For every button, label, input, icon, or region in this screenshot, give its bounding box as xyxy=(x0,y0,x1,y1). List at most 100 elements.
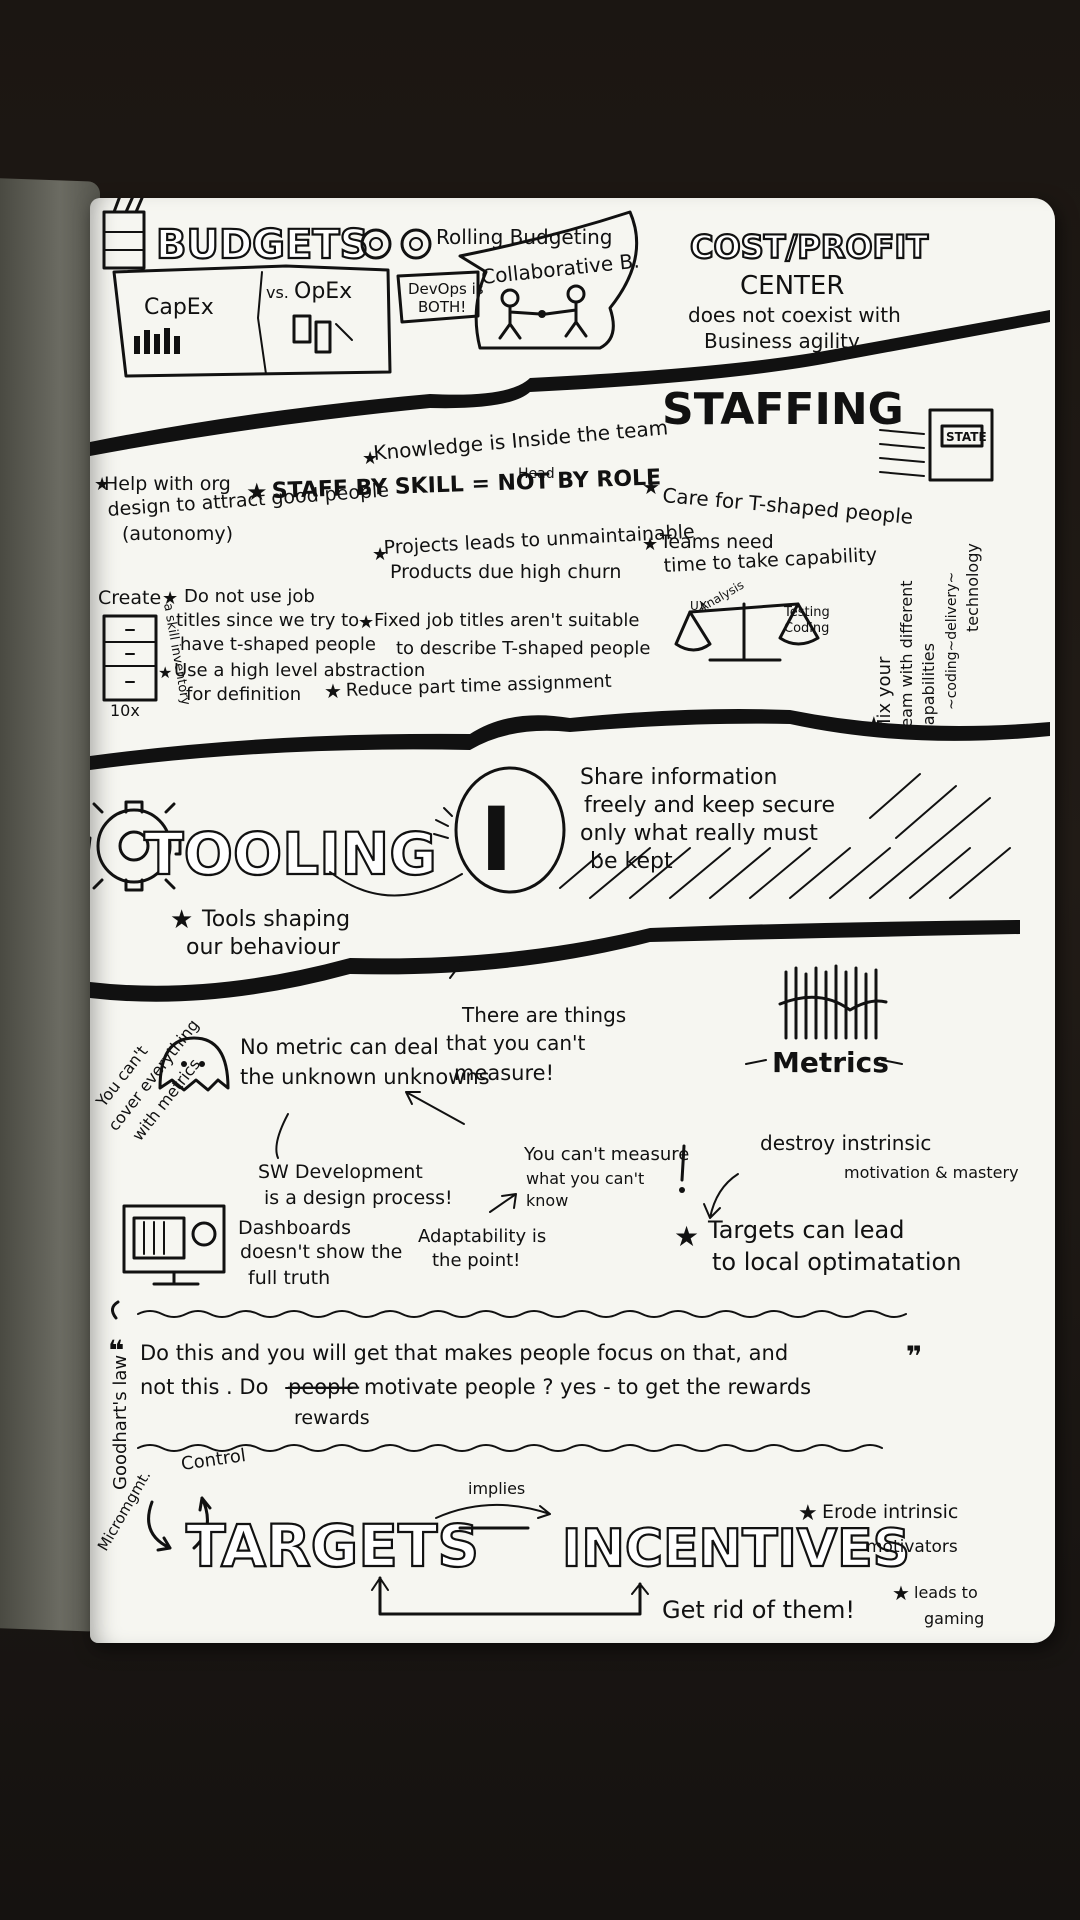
tools-shaping-line-2: our behaviour xyxy=(186,935,341,960)
svg-text:★: ★ xyxy=(246,478,268,506)
svg-text:★: ★ xyxy=(674,1220,699,1253)
capex-opex-divider xyxy=(256,271,267,375)
cant-arrow xyxy=(405,1091,465,1125)
svg-text:★: ★ xyxy=(94,474,110,495)
sw-arrow xyxy=(275,1113,289,1159)
svg-text:★: ★ xyxy=(158,663,172,682)
dashboard-monitor-icon xyxy=(122,1204,226,1286)
job-line-2: titles since we try to xyxy=(176,610,359,631)
job-line-1: Do not use job xyxy=(184,586,315,607)
mix-line-4: ~coding~delivery~ xyxy=(944,572,960,710)
fixed-line-1: Fixed job titles aren't suitable xyxy=(374,610,639,631)
metrics-section: You can't cover everything with metrics … xyxy=(92,961,1019,1289)
capex-label: CapEx xyxy=(144,295,214,320)
erode-line-2: motivators xyxy=(866,1537,958,1557)
goodhart-wavy-bottom xyxy=(137,1444,883,1452)
cant-line-1: You can't measure xyxy=(523,1144,689,1165)
no-metric-line-1: No metric can deal xyxy=(240,1035,439,1059)
dashboards-line-3: full truth xyxy=(248,1267,330,1289)
cost-line-1: does not coexist with xyxy=(688,303,901,327)
rewards-correction: rewards xyxy=(294,1407,370,1429)
info-letter: I xyxy=(480,788,513,891)
close-quote-mark: ❞ xyxy=(906,1340,922,1373)
projects-line-2: Products due high churn xyxy=(390,561,621,583)
devops-line-1: DevOps is xyxy=(408,280,484,298)
metrics-chart-icon xyxy=(778,964,888,1040)
mix-line-2: team with different xyxy=(897,580,916,734)
share-line-3: only what really must xyxy=(580,821,818,846)
svg-text:★: ★ xyxy=(864,713,884,738)
get-rid-bracket xyxy=(378,1576,642,1616)
opex-label: OpEx xyxy=(294,279,352,304)
staffing-title: STAFFING xyxy=(662,384,904,435)
folder-icon xyxy=(102,198,146,270)
adapt-line-2: the point! xyxy=(432,1250,520,1271)
svg-text:★: ★ xyxy=(642,534,658,555)
share-line-1: Share information xyxy=(580,765,777,790)
cost-profit-section: COST/PROFIT CENTER does not coexist with… xyxy=(688,227,929,353)
collaborative-label: Collaborative B. xyxy=(480,248,641,288)
quote-line-1: Do this and you will get that makes peop… xyxy=(140,1341,788,1365)
get-rid-arrowheads xyxy=(371,1576,649,1595)
collaborating-people-icon xyxy=(498,284,588,340)
fixed-line-2: to describe T-shaped people xyxy=(396,638,651,659)
goodhart-bracket xyxy=(111,1300,120,1320)
svg-text:★: ★ xyxy=(324,679,342,703)
svg-text:★: ★ xyxy=(162,588,178,609)
cost-profit-title: COST/PROFIT xyxy=(690,228,928,266)
budgets-title: BUDGETS xyxy=(156,222,368,268)
goodhart-wavy-top xyxy=(137,1310,907,1318)
staff-by-skill-text: STAFF BY SKILL = NOT BY ROLE xyxy=(271,465,661,504)
gaming-line-2: gaming xyxy=(924,1609,984,1628)
previous-page-edge xyxy=(0,178,100,1632)
star-icon-targets: ★ xyxy=(674,1220,699,1253)
sketchnote-drawing: BUDGETS Rolling Budgeting CapEx vs. OpEx… xyxy=(90,198,1050,1628)
budget-wheel-icon-2 xyxy=(400,228,432,260)
erode-line-1: Erode intrinsic xyxy=(822,1501,958,1523)
goodhart-law-label: Goodhart's law xyxy=(110,1355,131,1490)
cant-line-2: what you can't xyxy=(526,1169,644,1188)
svg-text:STATE: STATE xyxy=(946,430,987,444)
staffing-section: STAFFING STATE Knowledge is Inside the t… xyxy=(98,384,994,734)
skill-cabinet-icon xyxy=(102,614,158,702)
budgets-section: BUDGETS Rolling Budgeting CapEx vs. OpEx… xyxy=(102,198,641,378)
adapt-arrow xyxy=(489,1193,517,1213)
create-text: Create xyxy=(98,587,161,609)
quote-line-2b: motivate people ? yes - to get the rewar… xyxy=(364,1375,811,1399)
things-line-1: There are things xyxy=(461,1003,626,1027)
sw-line-1: SW Development xyxy=(258,1161,423,1183)
targets-line-2: to local optimatation xyxy=(712,1248,961,1276)
share-line-4: be kept xyxy=(590,849,673,874)
things-line-2: that you can't xyxy=(446,1031,586,1055)
dashboards-line-1: Dashboards xyxy=(238,1217,351,1239)
incentives-big-title: INCENTIVES xyxy=(562,1519,910,1579)
mix-line-3: capabilities xyxy=(919,643,938,734)
metrics-title: Metrics xyxy=(772,1046,889,1079)
opex-chart-icon xyxy=(292,314,353,354)
org-line-3: (autonomy) xyxy=(122,523,233,545)
things-line-3: measure! xyxy=(454,1061,554,1085)
control-label: Control xyxy=(180,1445,247,1475)
star-icon-erode: ★ xyxy=(798,1501,818,1526)
quote-line-2a: not this . Do xyxy=(140,1375,268,1399)
rolling-budgeting-label: Rolling Budgeting xyxy=(436,225,613,249)
destroy-line-1: destroy instrinsic xyxy=(760,1131,931,1155)
knowledge-text: Knowledge is Inside the team xyxy=(372,415,669,465)
mix-line-5: technology xyxy=(963,543,982,632)
care-text: Care for T-shaped people xyxy=(662,483,914,529)
svg-text:★: ★ xyxy=(170,905,193,935)
testing-label: Testing xyxy=(783,605,830,620)
implies-label: implies xyxy=(468,1479,525,1498)
cant-line-3: know xyxy=(526,1191,568,1210)
vs-label: vs. xyxy=(266,283,289,302)
job-line-3: have t-shaped people xyxy=(180,634,376,655)
section-divider-3 xyxy=(90,920,1020,1002)
abstraction-line-2: for definition xyxy=(186,684,301,705)
targets-incentives-section: Micromgmt. Control TARGETS implies INCEN… xyxy=(94,1445,984,1628)
gaming-line-1: leads to xyxy=(914,1583,978,1602)
sw-line-2: is a design process! xyxy=(264,1187,453,1209)
tools-shaping-line-1: Tools shaping xyxy=(201,907,350,932)
svg-text:★: ★ xyxy=(362,448,378,469)
get-rid-text: Get rid of them! xyxy=(662,1596,855,1624)
adapt-line-1: Adaptability is xyxy=(418,1226,546,1247)
